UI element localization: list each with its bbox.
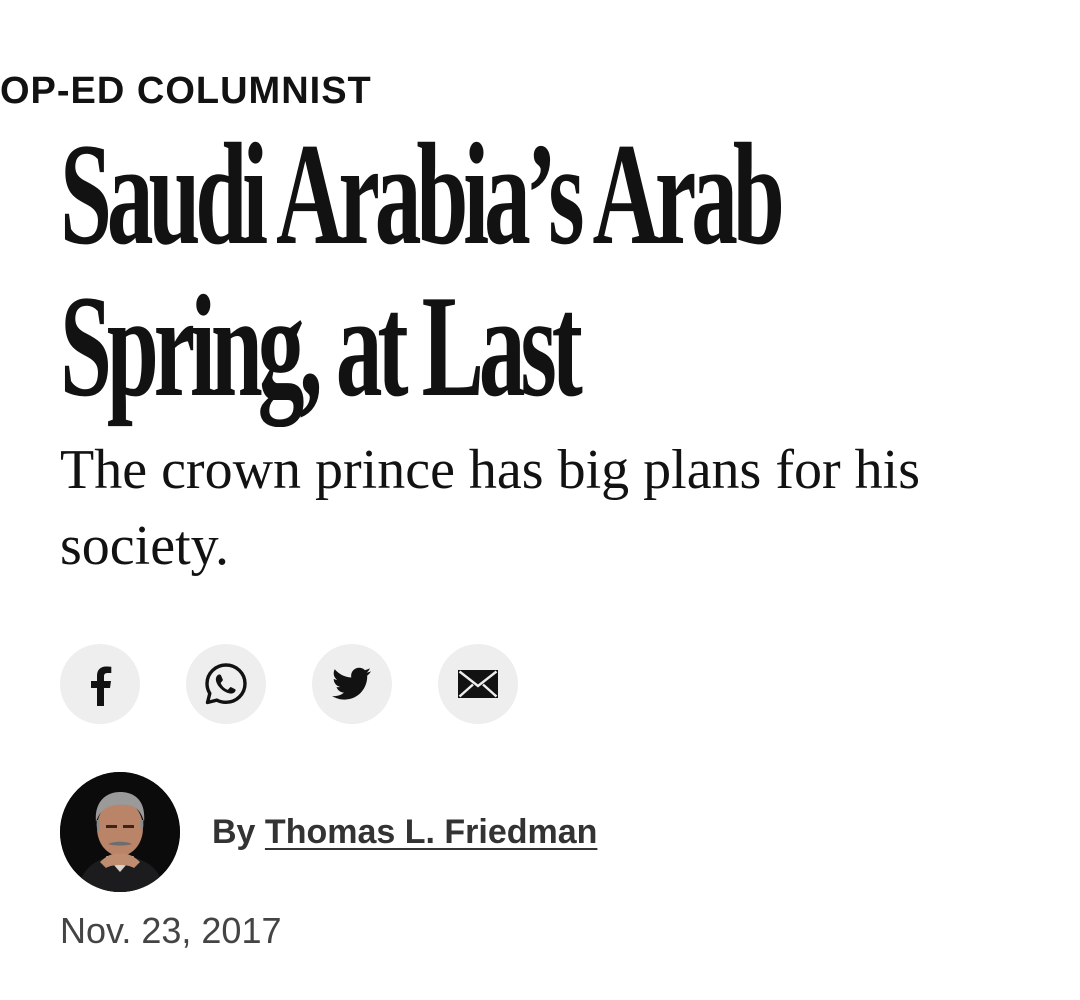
publish-date: Nov. 23, 2017 [60, 910, 282, 951]
article-header: OP-ED COLUMNIST Saudi Arabia’s Arab Spri… [0, 0, 1080, 1000]
headline-line-2: Spring, at Last [60, 265, 583, 427]
share-twitter-button[interactable] [312, 644, 392, 724]
byline: By Thomas L. Friedman [60, 772, 597, 892]
share-whatsapp-button[interactable] [186, 644, 266, 724]
article-summary: The crown prince has big plans for his s… [60, 439, 920, 577]
whatsapp-icon [205, 663, 247, 705]
headline: Saudi Arabia’s Arab Spring, at Last [60, 118, 956, 422]
byline-text: By Thomas L. Friedman [212, 813, 597, 852]
headline-line-1: Saudi Arabia’s Arab [60, 113, 785, 275]
email-icon [458, 670, 498, 698]
byline-prefix: By [212, 812, 256, 851]
author-avatar[interactable] [60, 772, 180, 892]
section-kicker[interactable]: OP-ED COLUMNIST [0, 70, 372, 113]
facebook-icon [91, 666, 112, 706]
share-toolbar [60, 644, 518, 724]
twitter-icon [332, 667, 371, 700]
author-photo [60, 772, 180, 892]
author-link[interactable]: Thomas L. Friedman [265, 813, 598, 851]
share-facebook-button[interactable] [60, 644, 140, 724]
share-email-button[interactable] [438, 644, 518, 724]
